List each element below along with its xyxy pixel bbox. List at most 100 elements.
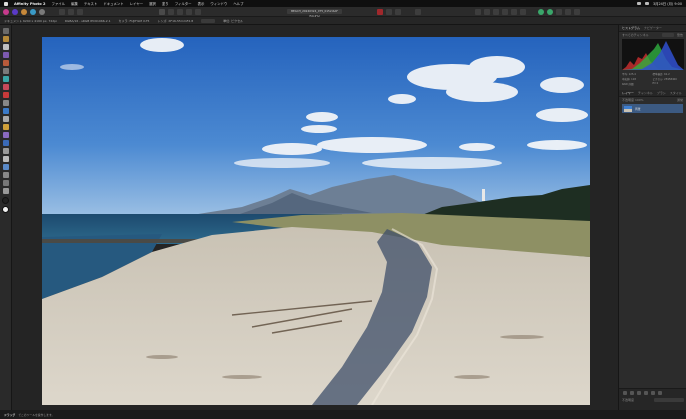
flood-fill-icon[interactable]	[3, 76, 9, 82]
red-eye-tool-icon[interactable]	[3, 132, 9, 138]
apple-icon[interactable]	[4, 1, 8, 6]
record-icon[interactable]	[377, 8, 383, 15]
tab-navigator[interactable]: ナビゲーター	[644, 26, 662, 30]
text-tool-icon[interactable]	[3, 172, 9, 178]
menu-window[interactable]: ウィンドウ	[210, 1, 227, 6]
opacity-control[interactable]: 不透明度 100%	[622, 98, 644, 102]
menu-view[interactable]: 表示	[198, 1, 205, 6]
guide-icon[interactable]	[168, 8, 174, 15]
histogram-controls: すべてのチャンネル 警告	[619, 32, 686, 38]
photo-persona-icon[interactable]	[3, 8, 9, 15]
menu-filters[interactable]: フィルター	[175, 1, 192, 6]
layer-row-background[interactable]: 背景	[622, 104, 683, 113]
stat-median: 中央値: 118	[622, 78, 636, 81]
status-hint: でこのツールを操作します。	[18, 412, 55, 417]
app-menu[interactable]: Affinity Photo 2	[14, 2, 46, 6]
histogram-stats: 平均: 125.4 標準偏差: 61.2 中央値: 118 ピクセル: 2595…	[619, 71, 686, 87]
align-center-icon[interactable]	[484, 8, 490, 15]
zoom-tool-icon[interactable]	[3, 188, 9, 194]
mask-add-icon[interactable]	[630, 391, 634, 395]
tab-styles[interactable]: スタイル	[670, 91, 682, 95]
menu-clock[interactable]: 3月24日 (月) 9:00	[653, 1, 682, 6]
eraser-tool-icon[interactable]	[3, 100, 9, 106]
paint-brush-tool-icon[interactable]	[3, 44, 9, 50]
context-units: 単位: ピクセル	[223, 18, 244, 23]
wifi-icon[interactable]	[636, 2, 641, 5]
selection-brush-icon[interactable]	[3, 52, 9, 58]
selection-icon[interactable]	[395, 8, 401, 15]
assistant-icon[interactable]	[386, 8, 392, 15]
brush-toggle-icon[interactable]	[77, 8, 83, 15]
menu-help[interactable]: ヘルプ	[233, 1, 243, 6]
pen-tool-icon[interactable]	[3, 156, 9, 162]
layer-name: 背景	[635, 106, 641, 111]
blur-tool-icon[interactable]	[3, 140, 9, 146]
stat-raw: RAW 詳細	[622, 83, 634, 86]
align-left-icon[interactable]	[475, 8, 481, 15]
rotate-icon[interactable]	[520, 8, 526, 15]
healing-tool-icon[interactable]	[3, 124, 9, 130]
canvas-area[interactable]	[12, 25, 618, 410]
warning-toggle[interactable]	[661, 33, 674, 37]
blend-mode-select[interactable]: 通常	[677, 98, 683, 102]
pixel-tool-icon[interactable]	[3, 92, 9, 98]
develop-persona-icon[interactable]	[21, 8, 27, 15]
tab-brushes[interactable]: ブラシ	[657, 91, 666, 95]
menu-fill[interactable]: 塗り	[162, 1, 169, 6]
tab-layers[interactable]: レイヤー	[622, 91, 634, 95]
channel-select[interactable]: すべてのチャンネル	[622, 33, 649, 37]
align-right-icon[interactable]	[493, 8, 499, 15]
share-icon[interactable]	[565, 8, 571, 15]
menu-edit[interactable]: 編集	[71, 1, 78, 6]
trash-icon[interactable]	[658, 391, 662, 395]
mask-icon[interactable]	[186, 8, 192, 15]
snapping-icon[interactable]	[159, 8, 165, 15]
menu-select[interactable]: 選択	[149, 1, 156, 6]
pages-icon[interactable]	[59, 8, 65, 15]
flip-icon[interactable]	[511, 8, 517, 15]
tools-panel	[0, 25, 12, 410]
marquee-tool-icon[interactable]	[3, 60, 9, 66]
menu-text[interactable]: テキスト	[84, 1, 97, 6]
studio-green-icon[interactable]	[538, 8, 544, 15]
distribute-icon[interactable]	[502, 8, 508, 15]
smudge-tool-icon[interactable]	[3, 148, 9, 154]
settings-icon[interactable]	[415, 8, 421, 15]
units-dropdown[interactable]	[201, 18, 216, 23]
adjustment-icon[interactable]	[637, 391, 641, 395]
liquify-persona-icon[interactable]	[12, 8, 18, 15]
status-mode: ドラッグ	[4, 412, 16, 417]
group-icon[interactable]	[651, 391, 655, 395]
clone-tool-icon[interactable]	[3, 116, 9, 122]
tone-map-persona-icon[interactable]	[30, 8, 36, 15]
crop-tool-icon[interactable]	[3, 36, 9, 42]
menu-document[interactable]: ドキュメント	[103, 1, 123, 6]
freehand-select-icon[interactable]	[3, 68, 9, 74]
export-persona-icon[interactable]	[39, 8, 45, 15]
shape-tool-icon[interactable]	[3, 164, 9, 170]
primary-color-swatch[interactable]	[2, 206, 9, 213]
quick-mask-icon[interactable]	[195, 8, 201, 15]
ruler-icon[interactable]	[177, 8, 183, 15]
tab-channels[interactable]: チャンネル	[638, 91, 653, 95]
more-icon[interactable]	[574, 8, 580, 15]
secondary-color-swatch[interactable]	[2, 197, 9, 204]
tab-histogram[interactable]: ヒストグラム	[622, 26, 640, 30]
layer-add-icon[interactable]	[623, 391, 627, 395]
footer-opacity-slider[interactable]	[654, 398, 684, 402]
menu-file[interactable]: ファイル	[52, 1, 66, 6]
battery-icon[interactable]	[644, 2, 649, 5]
move-tool-icon[interactable]	[3, 28, 9, 34]
studio-icon[interactable]	[556, 8, 562, 15]
brush-tool-icon[interactable]	[3, 84, 9, 90]
menu-layer[interactable]: レイヤー	[130, 1, 143, 6]
view-tool-icon[interactable]	[3, 180, 9, 186]
dodge-tool-icon[interactable]	[3, 108, 9, 114]
layer-controls: 不透明度 100% 通常	[619, 97, 686, 103]
studio-green-2-icon[interactable]	[547, 8, 553, 15]
grid-icon[interactable]	[68, 8, 74, 15]
beach-photo[interactable]	[42, 37, 590, 405]
fx-icon[interactable]	[644, 391, 648, 395]
document-title[interactable]: BEACH_20240324_XT5_0152.RAF (54.2%)	[287, 9, 342, 18]
context-toolbar: ドキュメント 6240 x 4160 px, 72dpi RGBA/16 - s…	[0, 17, 686, 25]
